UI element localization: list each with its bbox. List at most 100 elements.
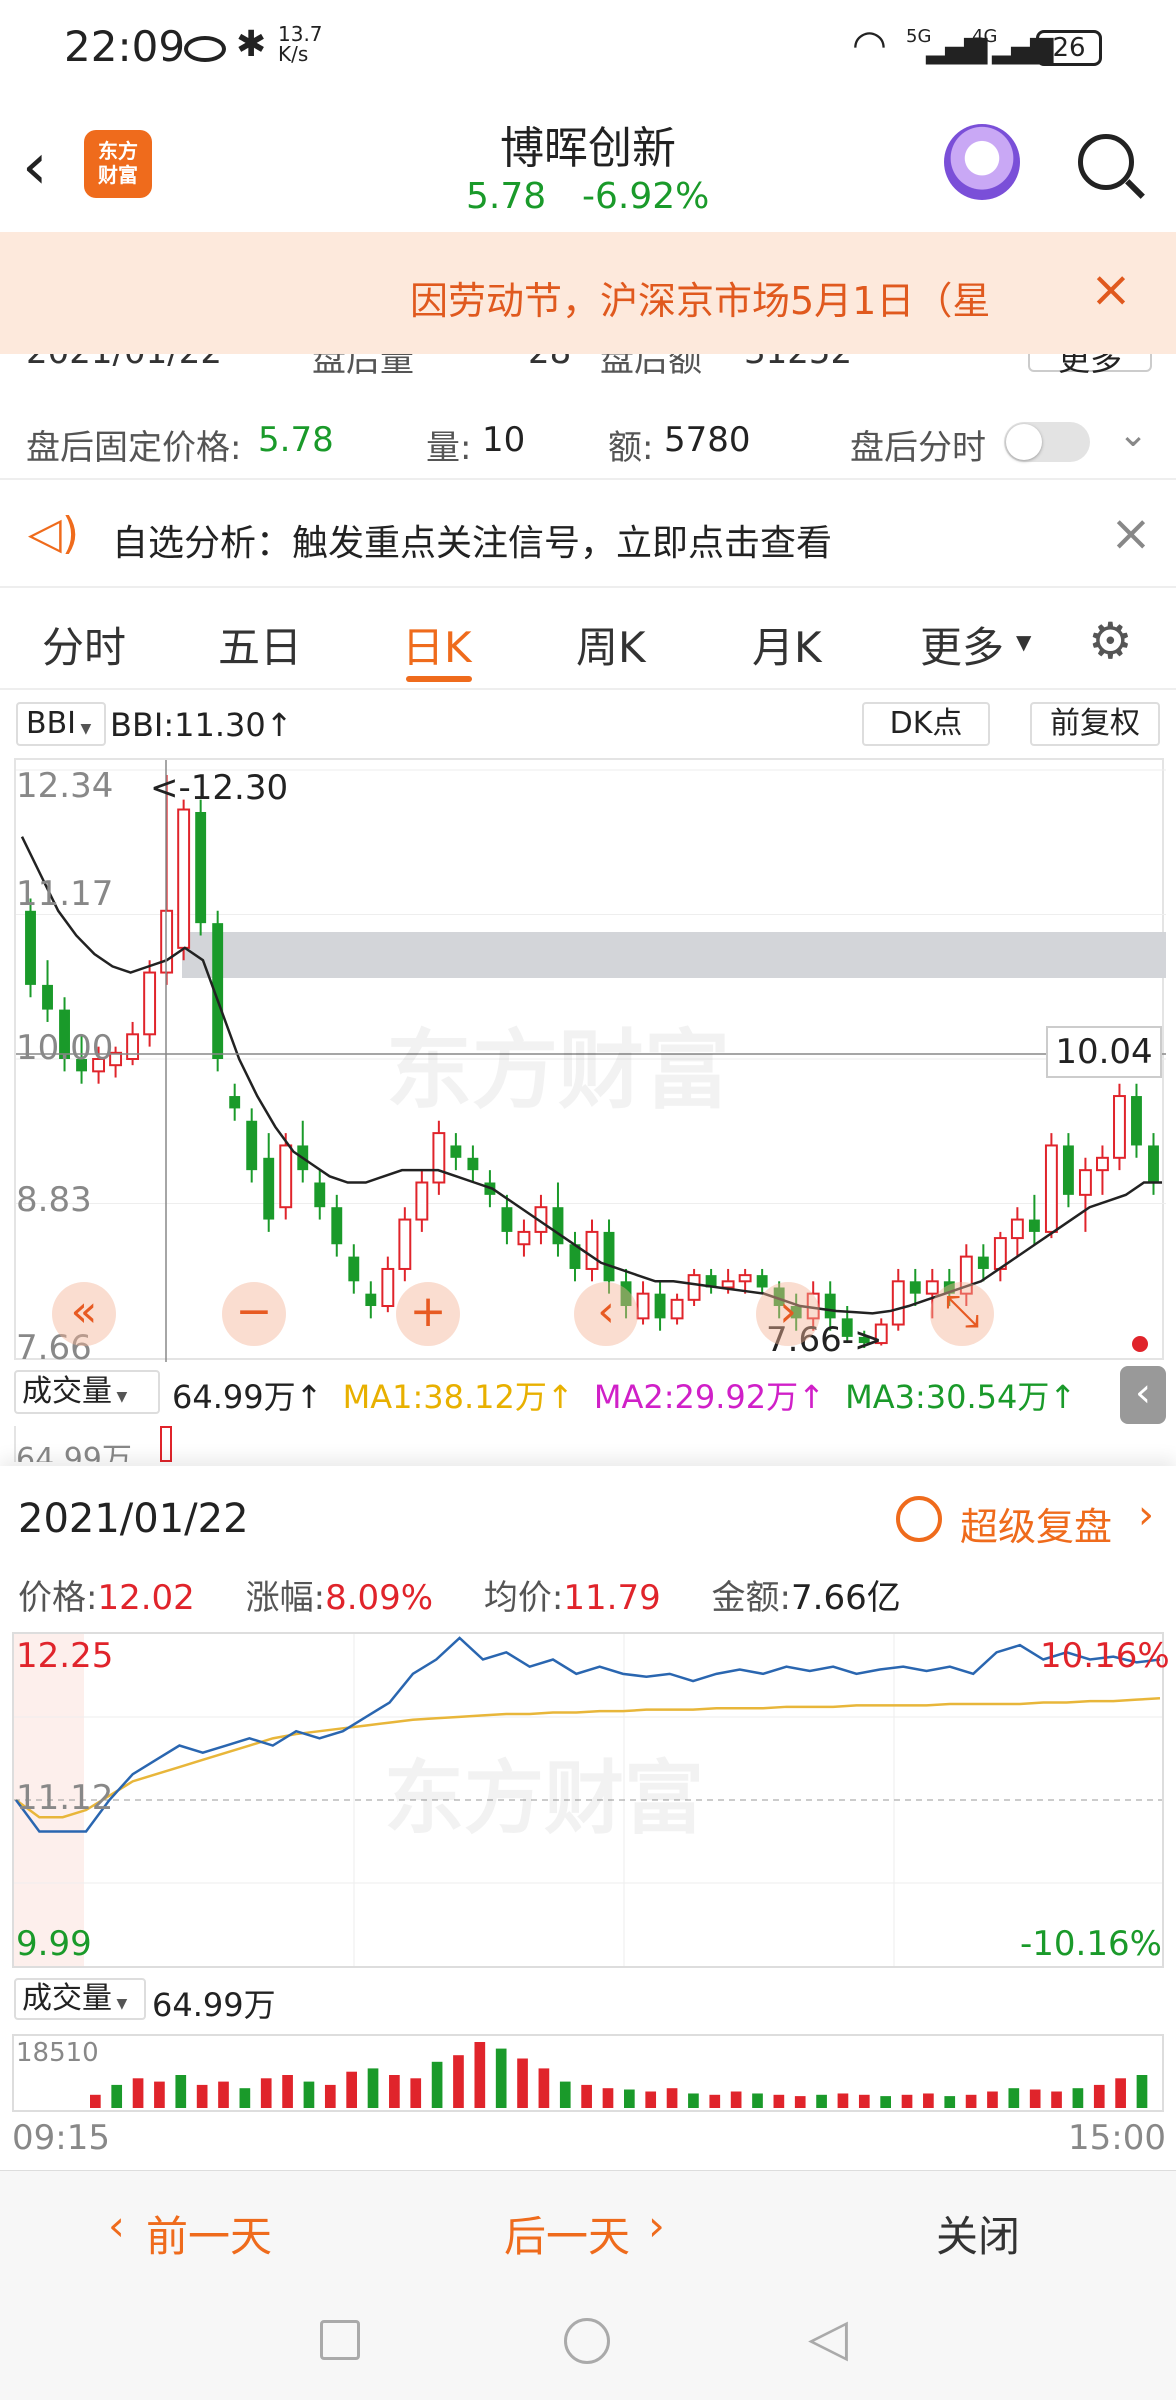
- robot-assistant-icon[interactable]: [944, 124, 1020, 200]
- more-caret-icon: ▼: [1016, 630, 1032, 654]
- prev-candle-button[interactable]: ‹: [574, 1282, 638, 1346]
- after-amt-label: 额:: [608, 428, 654, 468]
- candle-body: [331, 1207, 343, 1245]
- kline-chart[interactable]: 东方财富 12.34 11.17 10.00 8.83 7.66 <-12.30…: [14, 758, 1166, 1368]
- back-nav-icon[interactable]: ◁: [808, 2308, 848, 2368]
- volume-bar: [175, 2075, 187, 2108]
- candle-body: [450, 1145, 462, 1158]
- intraday-volume-chart: 18510: [12, 2034, 1164, 2112]
- scroll-left-button[interactable]: «: [52, 1282, 116, 1346]
- super-replay-link[interactable]: 超级复盘: [960, 1496, 1112, 1551]
- period-tabs: 分时 五日 日K 周K 月K 更多 ▼ ⚙: [0, 590, 1176, 690]
- tab-timeshare[interactable]: 分时: [42, 614, 126, 675]
- analysis-row[interactable]: ◁) 自选分析：触发重点关注信号，立即点击查看 ×: [0, 482, 1176, 588]
- signal-dot: [1132, 1336, 1148, 1352]
- collapse-panel-button[interactable]: ‹: [1120, 1366, 1166, 1424]
- zoom-in-button[interactable]: +: [396, 1282, 460, 1346]
- home-icon[interactable]: [564, 2318, 610, 2364]
- after-price-label: 盘后固定价格:: [26, 428, 242, 468]
- zoom-out-button[interactable]: −: [222, 1282, 286, 1346]
- notice-text: 因劳动节，沪深京市场5月1日（星: [410, 279, 991, 323]
- app-logo[interactable]: 东方 财富: [84, 130, 152, 198]
- after-price: 5.78: [258, 420, 334, 460]
- speaker-icon: ◁): [28, 508, 80, 559]
- tab-five-day[interactable]: 五日: [218, 614, 302, 675]
- prev-day-button[interactable]: 前一天: [146, 2203, 272, 2264]
- volume-bar: [218, 2081, 229, 2108]
- volume-bar: [624, 2089, 635, 2108]
- candle-body: [25, 910, 36, 985]
- settings-gear-icon[interactable]: ⚙: [1088, 612, 1133, 670]
- battery-icon: 26: [1036, 30, 1102, 66]
- candle-body: [585, 1230, 599, 1270]
- indicator-select[interactable]: BBI ▼: [16, 702, 106, 746]
- after-vol: 10: [482, 420, 526, 460]
- candle-body: [177, 808, 191, 949]
- volume-bar: [1051, 2091, 1062, 2108]
- stock-price: 5.78: [466, 176, 547, 217]
- close-notice-icon[interactable]: ×: [1090, 260, 1132, 318]
- adjust-mode-button[interactable]: 前复权: [1030, 702, 1160, 746]
- tab-more[interactable]: 更多: [920, 614, 1004, 675]
- candle-body: [1044, 1144, 1058, 1233]
- volume-bar: [645, 2091, 657, 2108]
- volume-bar: [111, 2084, 123, 2108]
- next-day-chevron-icon: ›: [648, 2201, 665, 2250]
- detail-stats: 价格:12.02 涨幅:8.09% 均价:11.79 金额:7.66亿: [18, 1570, 901, 1619]
- candle-body: [365, 1293, 377, 1307]
- volume-bar: [987, 2091, 998, 2108]
- candle-body: [670, 1298, 684, 1320]
- volume-bar: [602, 2088, 614, 2108]
- volume-bar: [901, 2094, 913, 2108]
- volume-value: 64.99万↑: [172, 1378, 323, 1416]
- status-time: 22:09: [64, 22, 186, 71]
- intraday-volume-svg: [90, 2042, 1148, 2108]
- candle-body: [517, 1230, 531, 1246]
- volume-select[interactable]: 成交量 ▼: [14, 1370, 160, 1414]
- more-button[interactable]: 更多: [1028, 354, 1152, 374]
- candle-body: [1096, 1156, 1109, 1172]
- volume-bar: [773, 2094, 785, 2108]
- volume-bar: [1029, 2089, 1041, 2108]
- intraday-top-label: 12.25: [16, 1636, 114, 1676]
- candle-body: [1062, 1145, 1074, 1195]
- intraday-volume-value: 64.99万: [152, 1986, 276, 2024]
- close-analysis-icon[interactable]: ×: [1110, 504, 1152, 562]
- volume-bar: [324, 2084, 336, 2108]
- candle-body: [1131, 1096, 1142, 1146]
- candle-body: [824, 1293, 836, 1319]
- fullscreen-button[interactable]: ⤡: [930, 1282, 994, 1346]
- summary-date: 2021/01/22: [26, 354, 222, 372]
- volume-bar: [367, 2068, 379, 2108]
- candle-body: [654, 1293, 666, 1319]
- candle-body: [195, 811, 207, 924]
- detail-price: 12.02: [97, 1578, 195, 1618]
- detail-amt-label: 金额:: [711, 1578, 792, 1618]
- volume-select-label: 成交量: [22, 1374, 112, 1409]
- notice-banner[interactable]: 因劳动节，沪深京市场5月1日（星 ×: [0, 232, 1176, 354]
- tab-monthly-k[interactable]: 月K: [752, 614, 822, 675]
- volume-bar: [965, 2094, 977, 2108]
- recent-apps-icon[interactable]: [320, 2320, 360, 2360]
- tab-weekly-k[interactable]: 周K: [576, 614, 646, 675]
- max-price-label: <-12.30: [150, 768, 289, 808]
- next-day-button[interactable]: 后一天: [504, 2203, 630, 2264]
- after-timeline-toggle[interactable]: [1004, 422, 1090, 462]
- back-icon[interactable]: ‹: [22, 130, 48, 204]
- intraday-pct-bottom: -10.16%: [1020, 1924, 1162, 1964]
- intraday-chart[interactable]: 东方财富 12.25 11.12 9.99 10.16% -10.16%: [12, 1632, 1170, 1968]
- chevron-down-icon[interactable]: ⌄: [1118, 414, 1148, 455]
- next-candle-button[interactable]: ›: [756, 1282, 820, 1346]
- indicator-select-label: BBI: [26, 706, 77, 741]
- candle-body: [143, 971, 157, 1036]
- tab-daily-k[interactable]: 日K: [402, 614, 472, 675]
- candle-body: [552, 1207, 564, 1245]
- candle-body: [398, 1218, 412, 1270]
- dk-point-button[interactable]: DK点: [862, 702, 990, 746]
- logo-text-2: 财富: [98, 163, 138, 187]
- volume-bar: [453, 2055, 464, 2108]
- close-button[interactable]: 关闭: [936, 2203, 1020, 2264]
- intraday-volume-select[interactable]: 成交量 ▼: [14, 1978, 146, 2020]
- volume-bar: [752, 2093, 763, 2108]
- volume-axis-label: 64.99万: [16, 1442, 132, 1462]
